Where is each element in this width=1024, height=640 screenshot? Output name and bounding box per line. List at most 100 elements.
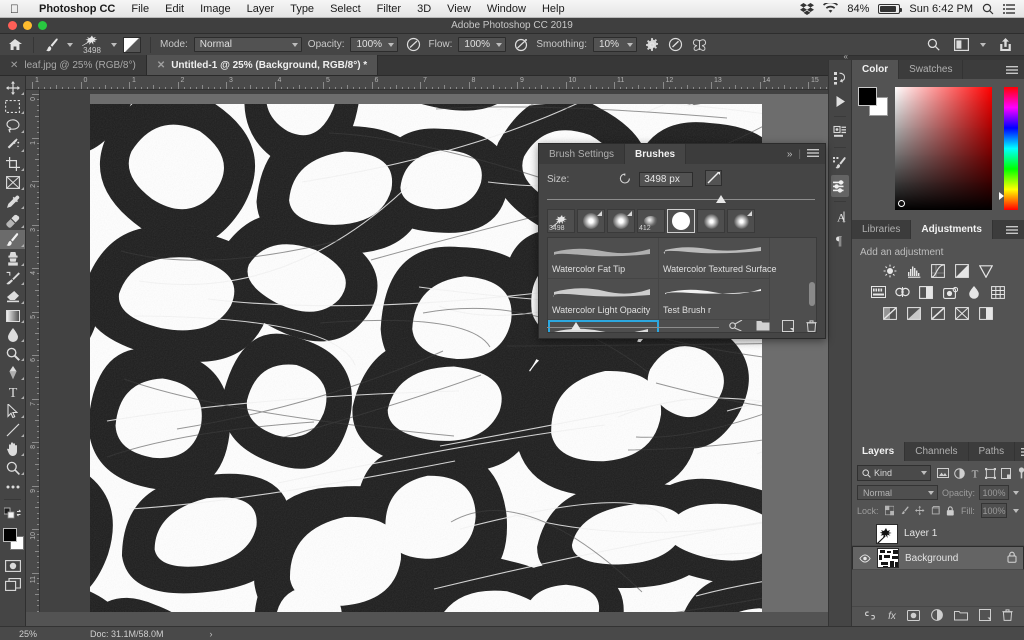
brush-preset-watercolor-light-opacity[interactable]: Watercolor Light Opacity (548, 279, 659, 320)
layer-opacity-input[interactable]: 100% (979, 485, 1009, 500)
color-swap-row[interactable] (0, 503, 25, 522)
exposure-icon[interactable] (955, 264, 970, 278)
black-white-icon[interactable] (919, 285, 934, 299)
line-tool[interactable] (0, 420, 25, 439)
brush-icon[interactable] (43, 36, 61, 54)
tab-swatches[interactable]: Swatches (899, 60, 964, 79)
lasso-tool[interactable] (0, 116, 25, 135)
tab-brush-settings[interactable]: Brush Settings (539, 144, 626, 164)
slider-handle[interactable] (715, 195, 726, 203)
blend-mode-select[interactable]: Normal (193, 37, 302, 52)
menu-item-3d[interactable]: 3D (409, 3, 439, 15)
opacity-input[interactable]: 100% (350, 37, 399, 52)
tab-paths[interactable]: Paths (969, 442, 1016, 461)
quick-mask-icon[interactable] (0, 556, 25, 575)
brush-tip-soft-c[interactable] (697, 209, 725, 233)
list-icon[interactable] (1003, 3, 1015, 14)
color-field[interactable] (895, 87, 993, 210)
new-group-icon[interactable] (756, 320, 770, 334)
path-selection-tool[interactable] (0, 401, 25, 420)
brush-size-slider[interactable] (547, 195, 815, 205)
menu-item-select[interactable]: Select (322, 3, 369, 15)
foreground-background-colors[interactable] (0, 526, 25, 556)
layer-row-layer-1[interactable]: Layer 1 (852, 522, 1024, 546)
collapse-panels-icon[interactable]: « (844, 52, 848, 61)
tab-libraries[interactable]: Libraries (852, 220, 912, 239)
new-layer-icon[interactable] (978, 609, 991, 624)
panel-menu-icon[interactable] (1015, 442, 1024, 461)
tablet-pressure-icon[interactable] (667, 36, 685, 54)
layer-blend-mode-select[interactable]: Normal (857, 485, 938, 500)
new-brush-preset-icon[interactable] (729, 319, 744, 334)
dodge-tool[interactable] (0, 344, 25, 363)
invert-icon[interactable] (883, 306, 898, 320)
menu-item-type[interactable]: Type (282, 3, 322, 15)
character-panel-icon[interactable]: A (831, 206, 849, 228)
levels-icon[interactable] (907, 264, 922, 278)
brush-tip-hard-round[interactable] (667, 209, 695, 233)
vibrance-icon[interactable] (979, 264, 994, 278)
gradient-map-icon[interactable] (955, 306, 970, 320)
close-icon[interactable]: ✕ (157, 60, 165, 71)
delete-brush-icon[interactable] (806, 319, 817, 335)
chevron-down-icon[interactable] (980, 42, 986, 47)
brush-tool[interactable] (0, 230, 25, 249)
selective-color-icon[interactable] (979, 306, 994, 320)
brush-tip-leaf[interactable]: 3498 (547, 209, 575, 233)
flow-input[interactable]: 100% (458, 37, 507, 52)
tab-adjustments[interactable]: Adjustments (911, 220, 993, 239)
adjustment-filter-icon[interactable] (954, 467, 965, 479)
curves-icon[interactable] (931, 264, 946, 278)
brush-preset-watercolor-fat-tip[interactable]: Watercolor Fat Tip (548, 238, 659, 279)
blur-tool[interactable] (0, 325, 25, 344)
chevron-down-icon[interactable] (1013, 508, 1019, 513)
eye-icon[interactable] (859, 553, 871, 563)
layer-thumbnail[interactable] (877, 548, 899, 568)
home-icon[interactable] (6, 36, 24, 54)
document-tab-untitled-1[interactable]: ✕ Untitled-1 @ 25% (Background, RGB/8°) … (146, 55, 379, 75)
shape-filter-icon[interactable] (985, 467, 996, 479)
brush-preview[interactable]: 3498 (79, 35, 105, 55)
fx-icon[interactable]: fx (888, 611, 896, 622)
clock-label[interactable]: Sun 6:42 PM (909, 3, 973, 15)
lock-position-icon[interactable] (915, 505, 925, 516)
crop-tool[interactable] (0, 154, 25, 173)
dropbox-icon[interactable] (800, 2, 815, 15)
search-icon[interactable] (924, 36, 942, 54)
type-tool[interactable]: T (0, 382, 25, 401)
brush-tip-soft-d[interactable] (727, 209, 755, 233)
search-icon[interactable] (982, 3, 994, 15)
pen-tool[interactable] (0, 363, 25, 382)
history-brush-tool[interactable] (0, 268, 25, 287)
hand-tool[interactable] (0, 439, 25, 458)
slider-handle[interactable] (571, 322, 582, 330)
wifi-icon[interactable] (823, 3, 839, 14)
brush-preset-chevron-icon[interactable] (67, 42, 73, 47)
edit-toolbar-button[interactable] (0, 477, 25, 496)
eyedropper-tool[interactable] (0, 192, 25, 211)
link-layers-icon[interactable] (863, 611, 877, 623)
marquee-tool[interactable] (0, 97, 25, 116)
brush-tip-soft-a[interactable] (577, 209, 605, 233)
actions-panel-icon[interactable] (831, 121, 849, 143)
lock-artboard-icon[interactable] (931, 505, 940, 516)
color-panel-swatches[interactable] (858, 87, 889, 116)
brush-preset-picker[interactable] (123, 36, 141, 53)
share-icon[interactable] (996, 36, 1014, 54)
hue-saturation-icon[interactable] (870, 285, 886, 299)
posterize-icon[interactable] (907, 306, 922, 320)
menu-item-edit[interactable]: Edit (157, 3, 192, 15)
tab-layers[interactable]: Layers (852, 442, 906, 461)
menu-item-file[interactable]: File (123, 3, 157, 15)
channel-mixer-icon[interactable] (967, 285, 982, 299)
layer-kind-select[interactable]: Kind (857, 465, 931, 481)
brush-tip-spatter[interactable]: 412 (637, 209, 665, 233)
paragraph-panel-icon[interactable]: ¶ (831, 229, 849, 251)
tab-color[interactable]: Color (852, 60, 900, 79)
delete-layer-icon[interactable] (1002, 609, 1013, 624)
brushes-floating-panel[interactable]: Brush Settings Brushes » | Size: 3498 px (538, 143, 826, 339)
menu-item-window[interactable]: Window (479, 3, 534, 15)
adjustment-layer-icon[interactable] (930, 609, 943, 624)
brushes-panel-scroll-slider[interactable] (547, 322, 719, 332)
type-filter-icon[interactable]: T (970, 468, 980, 479)
